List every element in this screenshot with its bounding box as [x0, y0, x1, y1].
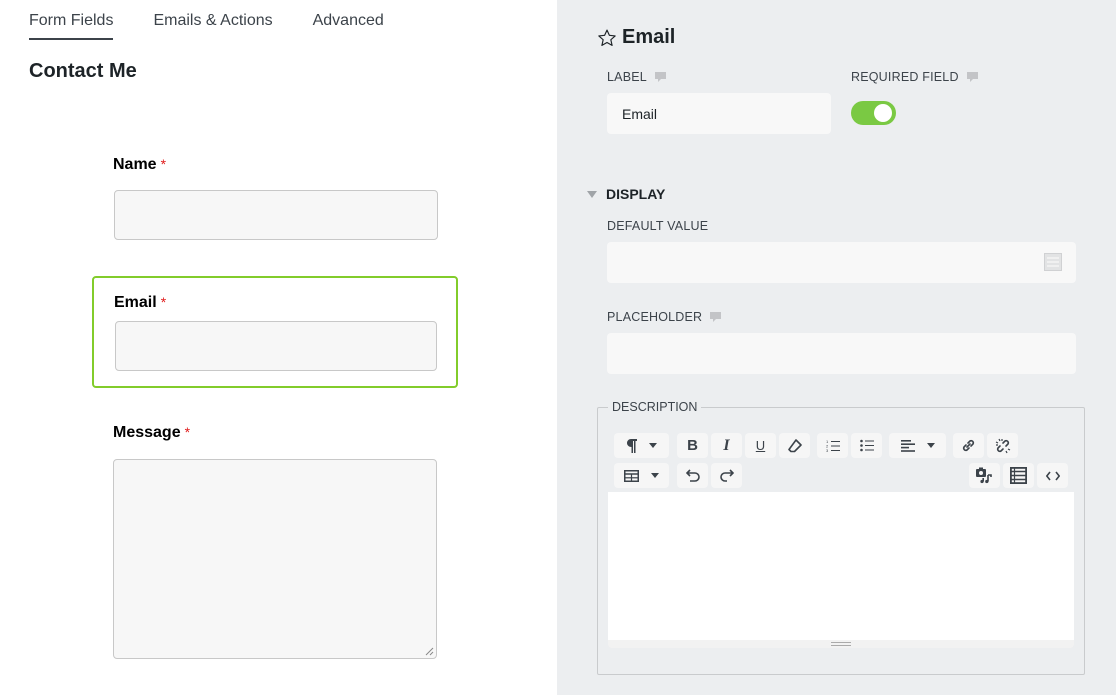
tab-emails-actions[interactable]: Emails & Actions — [153, 12, 272, 40]
paragraph-icon — [626, 438, 637, 453]
paragraph-format-button[interactable] — [614, 433, 669, 458]
section-title: DISPLAY — [606, 186, 666, 202]
clear-formatting-button[interactable] — [779, 433, 810, 458]
italic-button[interactable]: I — [711, 433, 742, 458]
redo-button[interactable] — [711, 463, 742, 488]
insert-link-button[interactable] — [953, 433, 984, 458]
placeholder-caption: PLACEHOLDER — [607, 310, 722, 324]
description-caption: DESCRIPTION — [608, 400, 702, 414]
link-icon — [962, 439, 975, 452]
panel-title: Email — [597, 26, 675, 49]
field-label: Name — [113, 156, 157, 173]
smart-tags-icon[interactable] — [1044, 253, 1062, 271]
field-label: Email — [114, 294, 157, 311]
dropdown-caret-icon — [651, 473, 659, 478]
underline-button[interactable]: U — [745, 433, 776, 458]
default-value-caption-text: DEFAULT VALUE — [607, 219, 709, 233]
tab-advanced[interactable]: Advanced — [313, 12, 384, 40]
message-textarea[interactable] — [113, 459, 437, 659]
tab-bar: Form Fields Emails & Actions Advanced — [29, 12, 424, 40]
required-asterisk: * — [160, 294, 167, 310]
form-field-name[interactable]: Name * — [93, 152, 459, 247]
required-asterisk: * — [184, 424, 191, 440]
media-icon — [976, 467, 992, 484]
required-caption-text: REQUIRED FIELD — [851, 70, 959, 84]
bold-icon: B — [687, 437, 698, 454]
label-input-value: Email — [622, 105, 658, 122]
required-asterisk: * — [160, 156, 167, 172]
undo-button[interactable] — [677, 463, 708, 488]
italic-icon: I — [723, 436, 730, 454]
svg-text:3: 3 — [826, 448, 829, 452]
unordered-list-button[interactable] — [851, 433, 882, 458]
form-field-message[interactable]: Message * — [93, 420, 459, 665]
panel-title-text: Email — [622, 26, 676, 48]
dropdown-caret-icon — [926, 443, 935, 448]
placeholder-caption-text: PLACEHOLDER — [607, 310, 703, 324]
unlink-icon — [995, 438, 1010, 453]
label-caption-text: LABEL — [607, 70, 647, 84]
code-icon — [1045, 471, 1060, 480]
align-button[interactable] — [889, 433, 946, 458]
ordered-list-button[interactable]: 123 — [817, 433, 848, 458]
align-left-icon — [900, 439, 915, 452]
resize-grip-icon[interactable] — [425, 647, 434, 656]
redo-icon — [719, 469, 734, 482]
name-input[interactable] — [114, 190, 438, 240]
display-section-toggle[interactable]: DISPLAY — [587, 186, 665, 202]
tooltip-icon[interactable] — [710, 311, 722, 323]
tooltip-icon[interactable] — [654, 71, 666, 83]
placeholder-input[interactable] — [607, 333, 1076, 374]
field-settings-panel: Email LABEL Email REQUIRED FIELD DISPLAY… — [557, 0, 1116, 695]
dropdown-caret-icon — [648, 443, 657, 448]
description-fieldset: DESCRIPTION B I U 123 — [597, 400, 1085, 675]
label-caption: LABEL — [607, 70, 666, 84]
ordered-list-icon: 123 — [826, 439, 840, 452]
remove-link-button[interactable] — [987, 433, 1018, 458]
table-button[interactable] — [614, 463, 669, 488]
source-code-button[interactable] — [1037, 463, 1068, 488]
editor-statusbar — [608, 640, 1074, 648]
tooltip-icon[interactable] — [966, 71, 978, 83]
tab-form-fields[interactable]: Form Fields — [29, 12, 114, 40]
default-value-caption: DEFAULT VALUE — [607, 219, 708, 233]
description-editor[interactable] — [608, 492, 1074, 640]
star-outline-icon — [598, 29, 616, 46]
required-toggle[interactable] — [851, 101, 896, 125]
required-caption: REQUIRED FIELD — [851, 70, 978, 84]
unordered-list-icon — [859, 439, 874, 452]
form-builder-pane: Form Fields Emails & Actions Advanced Co… — [0, 0, 557, 695]
insert-media-button[interactable] — [969, 463, 1000, 488]
eraser-icon — [787, 438, 802, 452]
form-field-email[interactable]: Email * — [92, 276, 458, 388]
toggle-knob — [874, 104, 892, 122]
email-input[interactable] — [115, 321, 437, 371]
bold-button[interactable]: B — [677, 433, 708, 458]
undo-icon — [685, 469, 700, 482]
underline-icon: U — [755, 438, 766, 453]
form-title: Contact Me — [29, 60, 137, 82]
field-label: Message — [113, 424, 181, 441]
resize-handle-icon[interactable] — [831, 642, 851, 646]
merge-tags-icon — [1010, 467, 1027, 484]
collapse-triangle-icon — [587, 190, 597, 198]
label-input[interactable]: Email — [607, 93, 831, 134]
default-value-input[interactable] — [607, 242, 1076, 283]
table-icon — [624, 469, 639, 482]
merge-tags-button[interactable] — [1003, 463, 1034, 488]
